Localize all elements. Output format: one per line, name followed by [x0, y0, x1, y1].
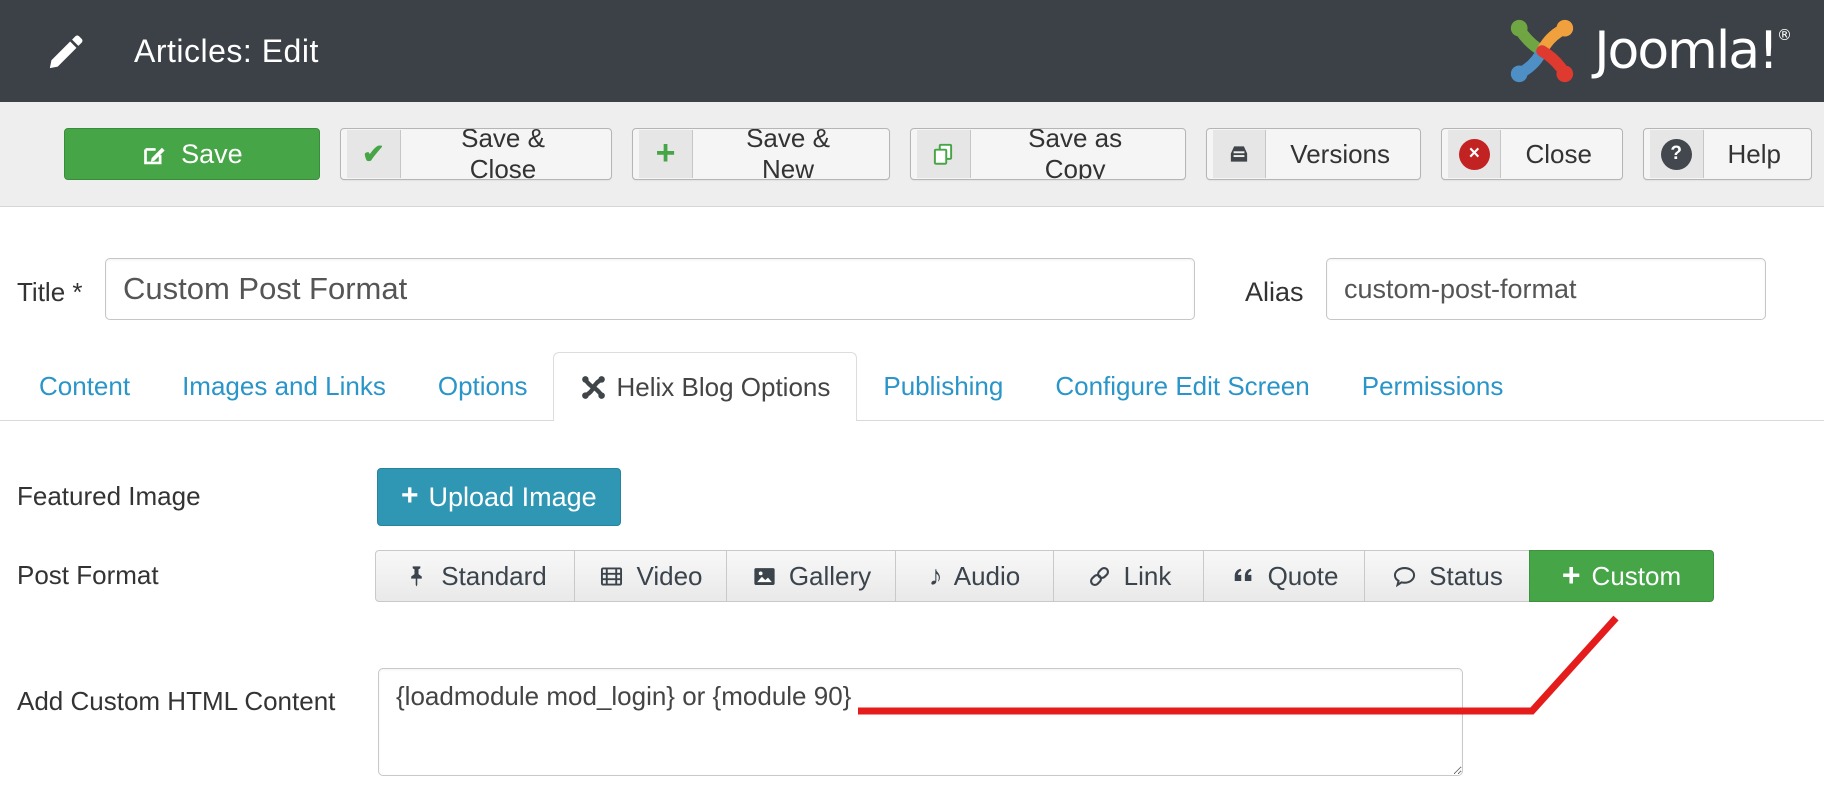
save-and-close-button[interactable]: ✔ Save & Close [340, 128, 612, 180]
plus-icon: + [1562, 559, 1581, 591]
upload-image-label: Upload Image [429, 482, 597, 513]
post-format-label: Post Format [17, 560, 159, 591]
save-label: Save [181, 139, 243, 170]
alias-input[interactable] [1326, 258, 1766, 320]
joomla-symbol-icon [580, 374, 607, 401]
tab-images-and-links[interactable]: Images and Links [156, 352, 412, 420]
app-header: Articles: Edit Joomla!® [0, 0, 1824, 102]
help-button[interactable]: ? Help [1643, 128, 1812, 180]
close-label: Close [1501, 130, 1615, 178]
save-and-new-button[interactable]: + Save & New [632, 128, 890, 180]
save-button[interactable]: Save [64, 128, 320, 180]
save-as-copy-label: Save as Copy [971, 130, 1179, 178]
pushpin-icon [403, 563, 430, 590]
page-title: Articles: Edit [134, 33, 319, 70]
save-and-new-label: Save & New [693, 130, 882, 178]
upload-image-button[interactable]: + Upload Image [377, 468, 621, 526]
tab-options[interactable]: Options [412, 352, 554, 420]
music-note-icon: ♪ [929, 562, 943, 590]
post-format-audio-button[interactable]: ♪ Audio [895, 550, 1054, 602]
joomla-wordmark: Joomla!® [1594, 21, 1790, 81]
articles-edit-page: Articles: Edit Joomla!® Save [0, 0, 1824, 786]
joomla-logo-icon [1504, 13, 1580, 89]
post-format-video-button[interactable]: Video [574, 550, 727, 602]
save-as-copy-button[interactable]: Save as Copy [910, 128, 1186, 180]
edit-icon [141, 141, 168, 168]
tab-helix-blog-options[interactable]: Helix Blog Options [553, 352, 857, 421]
versions-label: Versions [1266, 130, 1414, 178]
plus-icon: + [401, 481, 419, 511]
versions-icon [1213, 130, 1266, 178]
title-label: Title * [17, 277, 83, 308]
tab-permissions[interactable]: Permissions [1336, 352, 1530, 420]
quote-icon [1230, 563, 1257, 590]
tab-configure-edit-screen[interactable]: Configure Edit Screen [1029, 352, 1335, 420]
custom-html-textarea[interactable]: {loadmodule mod_login} or {module 90} [378, 668, 1463, 776]
registered-mark: ® [1777, 26, 1790, 44]
chain-link-icon [1086, 563, 1113, 590]
save-and-close-label: Save & Close [401, 130, 605, 178]
versions-button[interactable]: Versions [1206, 128, 1421, 180]
post-format-button-group: Standard Video Gallery ♪ Audio [375, 550, 1714, 602]
pencil-icon [46, 30, 88, 72]
custom-html-label: Add Custom HTML Content [17, 686, 335, 717]
tab-content[interactable]: Content [13, 352, 156, 420]
post-format-gallery-button[interactable]: Gallery [726, 550, 896, 602]
check-icon: ✔ [347, 130, 401, 178]
copy-icon [917, 130, 971, 178]
help-icon: ? [1650, 130, 1704, 178]
close-button[interactable]: × Close [1441, 128, 1623, 180]
featured-image-label: Featured Image [17, 481, 201, 512]
film-icon [598, 563, 625, 590]
tab-publishing[interactable]: Publishing [857, 352, 1029, 420]
post-format-custom-button[interactable]: + Custom [1529, 550, 1714, 602]
close-icon: × [1448, 130, 1501, 178]
post-format-standard-button[interactable]: Standard [375, 550, 575, 602]
toolbar: Save ✔ Save & Close + Save & New Save as… [0, 102, 1824, 207]
post-format-quote-button[interactable]: Quote [1203, 550, 1365, 602]
speech-bubble-icon [1391, 563, 1418, 590]
picture-icon [751, 563, 778, 590]
joomla-brand: Joomla!® [1504, 13, 1790, 89]
title-input[interactable] [105, 258, 1195, 320]
plus-icon: + [639, 130, 693, 178]
post-format-link-button[interactable]: Link [1053, 550, 1204, 602]
tab-bar: Content Images and Links Options Helix B… [0, 352, 1824, 421]
alias-label: Alias [1245, 277, 1304, 308]
post-format-status-button[interactable]: Status [1364, 550, 1530, 602]
help-label: Help [1704, 130, 1805, 178]
